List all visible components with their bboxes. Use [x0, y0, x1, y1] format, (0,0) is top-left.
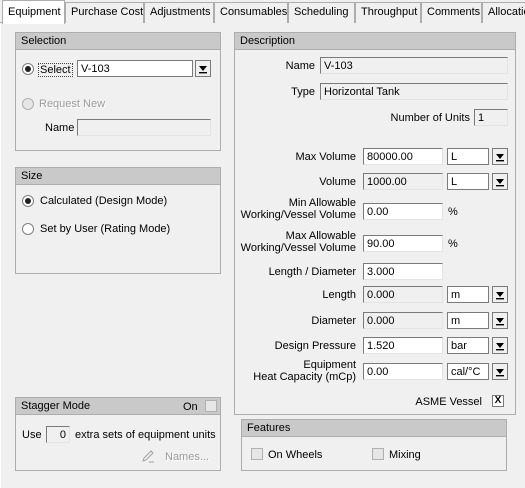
- chevron-down-icon: [496, 318, 504, 326]
- request-new-label: Request New: [39, 98, 106, 110]
- diameter-unit-button[interactable]: [492, 312, 508, 329]
- select-dropdown-button[interactable]: [195, 60, 211, 77]
- equipment-page: Selection Select V-103 Request New Name …: [0, 23, 525, 488]
- select-equipment-dropdown[interactable]: V-103: [77, 60, 193, 77]
- size-title: Size: [16, 168, 220, 185]
- description-group: Description Name V-103 Type Horizontal T…: [234, 32, 516, 415]
- description-title: Description: [235, 33, 515, 50]
- max-volume-field[interactable]: 80000.00: [363, 148, 443, 165]
- units-label: Number of Units: [390, 112, 470, 124]
- new-name-label: Name: [45, 122, 75, 134]
- design-pressure-field[interactable]: 1.520: [363, 337, 443, 354]
- type-label: Type: [291, 86, 315, 98]
- min-allowable-label: Min Allowable Working/Vessel Volume: [235, 197, 356, 221]
- tab-purchase-cost[interactable]: Purchase Cost: [65, 2, 144, 23]
- heat-capacity-unit-button[interactable]: [492, 363, 508, 380]
- chevron-down-icon: [496, 343, 504, 351]
- heat-capacity-label-line2: Heat Capacity (mCp): [253, 371, 356, 383]
- tab-throughput[interactable]: Throughput: [355, 2, 421, 23]
- name-field[interactable]: V-103: [320, 57, 508, 74]
- features-group: Features On Wheels Mixing: [241, 419, 507, 471]
- heat-capacity-label: Equipment Heat Capacity (mCp): [235, 359, 356, 383]
- heat-capacity-field[interactable]: 0.00: [363, 363, 443, 380]
- selection-group: Selection Select V-103 Request New Name: [15, 32, 221, 151]
- pressure-unit-button[interactable]: [492, 337, 508, 354]
- chevron-down-icon: [496, 292, 504, 300]
- use-label: Use: [22, 429, 42, 441]
- max-volume-unit-button[interactable]: [492, 148, 508, 165]
- max-allowable-label-line2: Working/Vessel Volume: [240, 242, 356, 254]
- length-unit-button[interactable]: [492, 286, 508, 303]
- name-label: Name: [285, 60, 315, 72]
- tab-adjustments[interactable]: Adjustments: [144, 2, 214, 23]
- type-field[interactable]: Horizontal Tank: [320, 83, 508, 100]
- volume-label: Volume: [319, 176, 356, 188]
- tab-allocation[interactable]: Allocatio: [482, 2, 525, 23]
- select-label: Select: [38, 63, 73, 77]
- selection-title: Selection: [16, 33, 220, 50]
- features-title: Features: [242, 420, 506, 437]
- max-volume-unit-dropdown[interactable]: L: [447, 148, 489, 165]
- max-allowable-unit: %: [448, 238, 458, 250]
- stagger-on-label: On: [183, 401, 198, 413]
- chevron-down-icon: [496, 369, 504, 377]
- volume-unit-button[interactable]: [492, 173, 508, 190]
- heat-capacity-label-line1: Equipment: [303, 359, 356, 371]
- chevron-down-icon: [496, 154, 504, 162]
- on-wheels-label: On Wheels: [268, 449, 323, 461]
- heat-capacity-unit-dropdown[interactable]: cal/°C: [447, 363, 489, 380]
- diameter-field[interactable]: 0.000: [363, 312, 443, 329]
- tab-bar: Equipment Purchase Cost Adjustments Cons…: [0, 0, 525, 24]
- min-allowable-label-line1: Min Allowable: [288, 197, 356, 209]
- min-allowable-field[interactable]: 0.00: [363, 203, 443, 220]
- on-wheels-checkbox[interactable]: [251, 448, 263, 460]
- design-pressure-label: Design Pressure: [274, 340, 356, 352]
- length-field[interactable]: 0.000: [363, 286, 443, 303]
- pressure-unit-dropdown[interactable]: bar: [447, 337, 489, 354]
- volume-unit-dropdown[interactable]: L: [447, 173, 489, 190]
- tab-equipment[interactable]: Equipment: [2, 0, 65, 24]
- extra-sets-field[interactable]: 0: [46, 426, 70, 443]
- mixing-checkbox[interactable]: [372, 448, 384, 460]
- volume-field[interactable]: 1000.00: [363, 173, 443, 190]
- new-name-field[interactable]: [77, 119, 211, 136]
- chevron-down-icon: [496, 179, 504, 187]
- calculated-label: Calculated (Design Mode): [40, 195, 168, 207]
- max-allowable-label: Max Allowable Working/Vessel Volume: [235, 230, 356, 254]
- asme-vessel-label: ASME Vessel: [415, 396, 482, 408]
- length-unit-dropdown[interactable]: m: [447, 286, 489, 303]
- set-by-user-label: Set by User (Rating Mode): [40, 223, 171, 235]
- mixing-label: Mixing: [389, 449, 421, 461]
- pen-icon: [141, 449, 155, 463]
- chevron-down-icon: [199, 66, 207, 74]
- select-radio[interactable]: [22, 63, 34, 75]
- extra-sets-label: extra sets of equipment units: [75, 429, 216, 441]
- size-group: Size Calculated (Design Mode) Set by Use…: [15, 167, 221, 274]
- diameter-unit-dropdown[interactable]: m: [447, 312, 489, 329]
- request-new-radio[interactable]: [22, 98, 34, 110]
- diameter-label: Diameter: [311, 315, 356, 327]
- stagger-on-checkbox[interactable]: [205, 400, 217, 412]
- set-by-user-radio[interactable]: [22, 223, 34, 235]
- tab-scheduling[interactable]: Scheduling: [288, 2, 355, 23]
- max-volume-label: Max Volume: [295, 151, 356, 163]
- length-label: Length: [322, 289, 356, 301]
- stagger-mode-group: Stagger Mode On Use 0 extra sets of equi…: [15, 397, 221, 471]
- units-field[interactable]: 1: [474, 109, 508, 126]
- max-allowable-field[interactable]: 90.00: [363, 235, 443, 252]
- names-button[interactable]: Names...: [165, 451, 209, 463]
- asme-vessel-checkbox[interactable]: X: [492, 395, 504, 407]
- min-allowable-unit: %: [448, 206, 458, 218]
- length-diameter-label: Length / Diameter: [268, 266, 356, 278]
- max-allowable-label-line1: Max Allowable: [285, 230, 356, 242]
- length-diameter-field[interactable]: 3.000: [363, 263, 443, 280]
- min-allowable-label-line2: Working/Vessel Volume: [240, 209, 356, 221]
- calculated-radio[interactable]: [22, 195, 34, 207]
- tab-comments[interactable]: Comments: [421, 2, 482, 23]
- tab-consumables[interactable]: Consumables: [214, 2, 288, 23]
